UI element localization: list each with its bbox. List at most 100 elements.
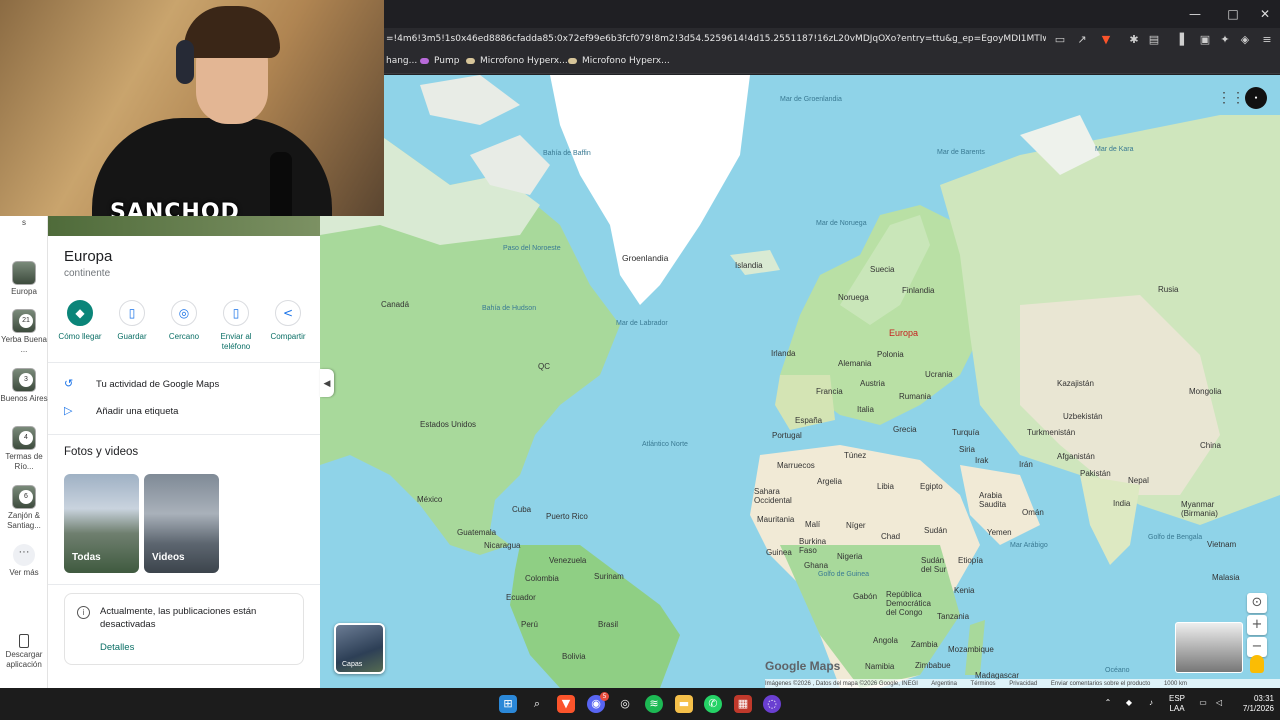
microphone-tray-icon[interactable]: ♪ xyxy=(1144,698,1158,708)
rail-download-label: Descargar aplicación xyxy=(5,650,43,669)
directions-button[interactable]: ◆ Cómo llegar xyxy=(54,300,106,342)
tray-app-icon[interactable]: ◆ xyxy=(1122,698,1136,708)
map-label-country: Surinam xyxy=(594,572,624,581)
nearby-button[interactable]: ◎ Cercano xyxy=(158,300,210,342)
zoom-in-button[interactable]: + xyxy=(1247,615,1267,635)
map-canvas[interactable]: Mar de Groenlandia Bahía de Baffin Mar d… xyxy=(320,75,1280,688)
rail-download-app[interactable]: Descargar aplicación xyxy=(0,634,48,670)
layers-button[interactable]: Capas xyxy=(334,623,385,674)
collapse-panel-button[interactable]: ◀ xyxy=(320,369,334,397)
map-label-country: Alemania xyxy=(838,359,872,368)
app-icon[interactable]: ▦ xyxy=(734,695,752,713)
save-button[interactable]: ▯ Guardar xyxy=(106,300,158,342)
chevron-up-icon[interactable]: ⌃ xyxy=(1102,698,1114,708)
map-label-country: Ghana xyxy=(804,561,829,570)
attribution-text: Imágenes ©2026 , Datos del mapa ©2026 Go… xyxy=(765,681,918,687)
extensions-icon[interactable]: ✱ xyxy=(1126,32,1142,48)
windows-start-icon[interactable]: ⊞ xyxy=(499,695,517,713)
bookmark-item[interactable]: Microfono Hyperx... xyxy=(466,56,568,70)
menu-icon[interactable]: ≡ xyxy=(1259,32,1275,48)
maps-left-rail: s Europa 21 Yerba Buena ... 3 Buenos Air… xyxy=(0,216,48,688)
apps-grid-icon[interactable]: ⋮⋮ xyxy=(1217,90,1245,104)
close-button[interactable]: ✕ xyxy=(1250,4,1280,24)
map-label-country: QC xyxy=(538,362,550,371)
photo-videos-tile[interactable]: Videos xyxy=(144,474,219,573)
address-bar[interactable]: =!4m6!3m5!1s0x46ed8886cfadda85:0x72ef99e… xyxy=(386,34,1046,48)
rail-item-yerba-buena[interactable]: 21 Yerba Buena ... xyxy=(0,309,48,355)
map-label-country: República Democrática del Congo xyxy=(886,590,931,617)
action-label: Cercano xyxy=(168,332,200,341)
bookmark-item[interactable]: hang... xyxy=(386,56,417,70)
place-subtitle: continente xyxy=(64,268,111,279)
map-label-country: Francia xyxy=(816,387,843,396)
bookmark-item[interactable]: Pump xyxy=(420,56,459,70)
add-label-row[interactable]: ▷ Añadir una etiqueta xyxy=(64,404,314,420)
rail-more[interactable]: ··· Ver más xyxy=(0,544,48,578)
clock-time: 03:31 xyxy=(1253,694,1274,703)
pegman-icon[interactable] xyxy=(1250,655,1264,673)
map-label-country: Burkina Faso xyxy=(799,537,827,555)
place-hero-image[interactable] xyxy=(48,216,320,236)
rail-item-europa[interactable]: Europa xyxy=(0,261,48,297)
map-label-country: Vietnam xyxy=(1207,540,1237,549)
wallet-icon[interactable]: ▣ xyxy=(1197,32,1213,48)
brave-shields-icon[interactable]: ▼ xyxy=(1098,32,1114,48)
map-label-country: Guatemala xyxy=(457,528,497,537)
send-to-phone-button[interactable]: ▯ Enviar al teléfono xyxy=(210,300,262,352)
network-icon[interactable]: ▭ xyxy=(1196,698,1210,708)
cast-icon[interactable]: ▭ xyxy=(1052,32,1068,48)
rail-item-label: Zanjón & Santiag... xyxy=(7,511,41,530)
sidebar-icon[interactable]: ▌ xyxy=(1176,32,1192,48)
brave-browser-icon[interactable]: ▼ xyxy=(557,695,575,713)
maximize-button[interactable]: □ xyxy=(1218,4,1248,24)
photo-all-tile[interactable]: Todas xyxy=(64,474,139,573)
place-thumbnail: 4 xyxy=(12,426,36,450)
map-label-water: Mar de Labrador xyxy=(616,320,668,327)
bookmark-favicon-icon xyxy=(466,57,475,64)
account-avatar[interactable]: ● xyxy=(1245,87,1267,109)
map-label-country: Gabón xyxy=(853,592,878,601)
obs-icon[interactable]: ◌ xyxy=(763,695,781,713)
chrome-icon[interactable]: ◎ xyxy=(616,695,634,713)
reader-icon[interactable]: ▤ xyxy=(1146,32,1162,48)
map-label-water: Mar de Kara xyxy=(1095,146,1134,153)
search-icon[interactable]: ⌕ xyxy=(528,695,546,713)
rail-item-label: Yerba Buena ... xyxy=(1,335,47,354)
map-label-water: Mar de Groenlandia xyxy=(780,96,842,103)
leo-ai-icon[interactable]: ✦ xyxy=(1217,32,1233,48)
details-link[interactable]: Detalles xyxy=(100,642,134,653)
volume-icon[interactable]: ◁ xyxy=(1212,698,1226,708)
privacy-link[interactable]: Privacidad xyxy=(1009,681,1037,687)
terms-link[interactable]: Términos xyxy=(971,681,996,687)
language-indicator[interactable]: ESP LAA xyxy=(1164,694,1190,714)
pin-label[interactable]: Europa xyxy=(889,328,918,338)
divider xyxy=(48,434,320,435)
my-location-icon[interactable]: ⊙ xyxy=(1247,593,1267,613)
street-view-preview[interactable] xyxy=(1175,622,1243,673)
vpn-icon[interactable]: ◈ xyxy=(1237,32,1253,48)
layout-code: LAA xyxy=(1169,704,1185,713)
photo-tile-label: Todas xyxy=(72,552,101,563)
share-button[interactable]: < Compartir xyxy=(262,300,314,342)
activity-row[interactable]: ↺ Tu actividad de Google Maps xyxy=(64,377,314,393)
rail-item-zanjon[interactable]: 6 Zanjón & Santiag... xyxy=(0,485,48,531)
map-label-country: Irlanda xyxy=(771,349,796,358)
map-label-country: Italia xyxy=(857,405,874,414)
whatsapp-icon[interactable]: ✆ xyxy=(704,695,722,713)
share-page-icon[interactable]: ↗ xyxy=(1074,32,1090,48)
scale-label: 1000 km xyxy=(1163,681,1187,687)
feedback-link[interactable]: Enviar comentarios sobre el producto xyxy=(1051,681,1150,687)
clock[interactable]: 03:31 7/1/2026 xyxy=(1230,694,1274,714)
rail-item-buenos-aires[interactable]: 3 Buenos Aires xyxy=(0,368,48,404)
rail-item-termas[interactable]: 4 Termas de Río... xyxy=(0,426,48,472)
attribution-region[interactable]: Argentina xyxy=(931,681,957,687)
bookmark-item[interactable]: Microfono Hyperx... xyxy=(568,56,670,70)
map-label-country: Túnez xyxy=(844,451,867,460)
zoom-out-button[interactable]: − xyxy=(1247,637,1267,657)
minimize-button[interactable]: — xyxy=(1180,4,1210,24)
rail-badge: 21 xyxy=(19,314,33,328)
spotify-icon[interactable]: ≋ xyxy=(645,695,663,713)
file-explorer-icon[interactable]: ▬ xyxy=(675,695,693,713)
place-side-panel: Europa continente ◆ Cómo llegar ▯ Guarda… xyxy=(48,216,320,688)
action-label: Enviar al teléfono xyxy=(220,332,252,351)
